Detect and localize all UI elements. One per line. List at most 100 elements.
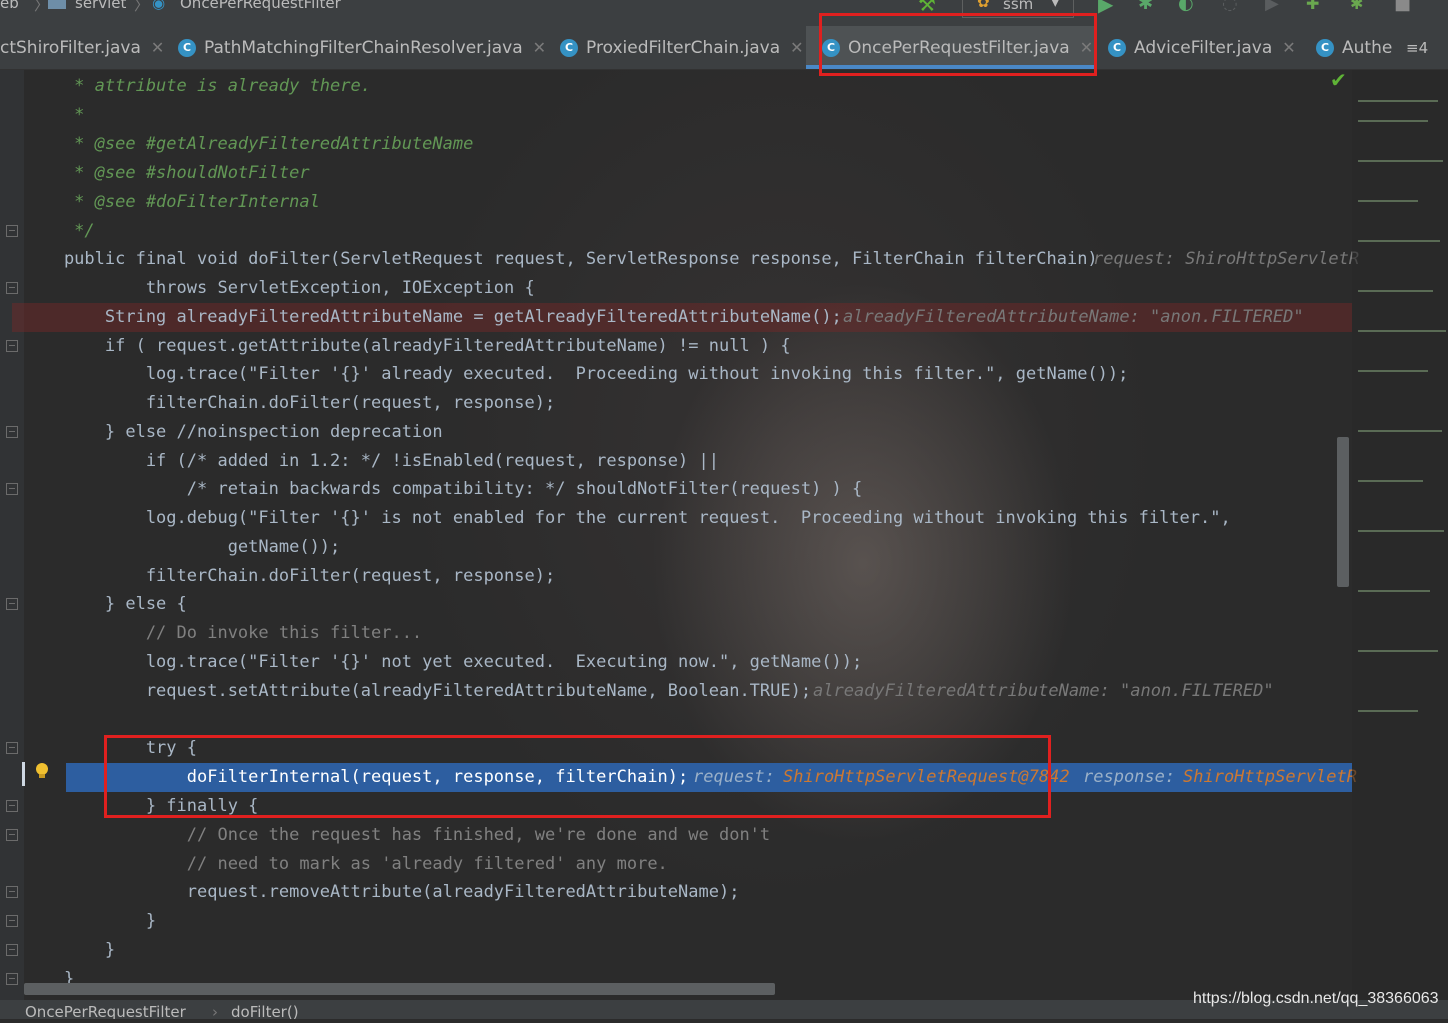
code-text: doFilterInternal(request, response, filt… <box>23 767 689 787</box>
inline-debug-hint: alreadyFilteredAttributeName: "anon.FILT… <box>813 681 1274 701</box>
tab-overflow-label: ≡4 <box>1406 38 1429 57</box>
tab-once-per-request-filter[interactable]: C OncePerRequestFilter.java ✕ <box>806 26 1096 69</box>
code-line: request.removeAttribute(alreadyFilteredA… <box>0 878 1352 907</box>
code-line: // Do invoke this filter... <box>0 619 1352 648</box>
fold-icon[interactable] <box>6 973 18 985</box>
code-line: if ( request.getAttribute(alreadyFiltere… <box>0 332 1352 361</box>
class-icon: C <box>560 38 578 57</box>
close-icon[interactable]: ✕ <box>151 38 164 57</box>
horizontal-scrollbar[interactable] <box>24 983 775 995</box>
debug-icon[interactable]: ✱ <box>1138 0 1153 14</box>
tab-label: AdviceFilter.java <box>1134 37 1273 58</box>
close-icon[interactable]: ✕ <box>790 38 803 57</box>
jrebel-run-icon[interactable]: ✚ <box>1306 0 1319 13</box>
code-line: * attribute is already there. <box>0 72 1352 101</box>
tab-label: Authe <box>1342 37 1393 58</box>
editor-tab-bar: ctShiroFilter.java ✕ C PathMatchingFilte… <box>0 26 1448 70</box>
tab-advice-filter[interactable]: C AdviceFilter.java ✕ <box>1108 26 1296 69</box>
code-line: public final void doFilter(ServletReques… <box>0 245 1359 274</box>
run-config-selector[interactable]: ✿ ssm ▾ <box>962 0 1074 18</box>
fold-icon[interactable] <box>6 426 18 438</box>
minimap[interactable] <box>1352 70 1448 1000</box>
tab-label: ProxiedFilterChain.java <box>586 37 781 58</box>
code-text: } <box>23 940 116 960</box>
code-text: throws ServletException, IOException { <box>23 278 535 298</box>
code-line: } <box>0 936 1352 965</box>
minimap-line <box>1358 430 1442 432</box>
run-icon[interactable]: ▶ <box>1098 0 1113 16</box>
minimap-line <box>1358 710 1418 712</box>
close-icon[interactable]: ✕ <box>533 38 546 57</box>
fold-icon[interactable] <box>6 340 18 352</box>
inline-debug-hint-label: request: <box>693 767 775 787</box>
fold-icon[interactable] <box>6 483 18 495</box>
watermark: https://blog.csdn.net/qq_38366063 <box>1193 990 1439 1007</box>
tab-path-matching-filter-chain-resolver[interactable]: C PathMatchingFilterChainResolver.java ✕ <box>178 26 546 69</box>
close-icon[interactable]: ✕ <box>1080 38 1093 57</box>
minimap-line <box>1358 100 1438 102</box>
minimap-line <box>1358 330 1446 332</box>
breadcrumb-item-web[interactable]: eb <box>0 0 19 12</box>
fold-icon[interactable] <box>6 915 18 927</box>
tab-abstract-shiro-filter[interactable]: ctShiroFilter.java ✕ <box>0 26 164 69</box>
run-disabled-icon[interactable]: ▶ <box>1265 0 1279 14</box>
profile-icon[interactable]: ◌ <box>1222 0 1238 14</box>
code-text: getName()); <box>23 537 341 557</box>
fold-icon[interactable] <box>6 598 18 610</box>
code-text: * <box>23 105 85 125</box>
active-tab-indicator <box>806 65 1096 69</box>
inline-debug-hint: request: ShiroHttpServletR <box>1093 249 1360 269</box>
code-text: filterChain.doFilter(request, response); <box>23 566 556 586</box>
code-line: filterChain.doFilter(request, response); <box>0 562 1352 591</box>
tab-label: OncePerRequestFilter.java <box>848 37 1070 58</box>
coverage-icon[interactable]: ◐ <box>1178 0 1194 14</box>
fold-icon[interactable] <box>6 282 18 294</box>
breadcrumb-method[interactable]: doFilter() <box>231 1003 299 1019</box>
code-text: log.trace("Filter '{}' already executed.… <box>23 364 1129 384</box>
jrebel-debug-icon[interactable]: ✱ <box>1350 0 1363 13</box>
code-editor[interactable]: * attribute is already there. * * @see #… <box>0 70 1359 1000</box>
vertical-scrollbar[interactable] <box>1337 437 1349 587</box>
breadcrumb-class[interactable]: OncePerRequestFilter <box>25 1003 186 1019</box>
inline-debug-hint: alreadyFilteredAttributeName: "anon.FILT… <box>843 307 1304 327</box>
code-text: if ( request.getAttribute(alreadyFiltere… <box>23 336 791 356</box>
fold-icon[interactable] <box>6 742 18 754</box>
build-hammer-icon[interactable]: ⚒ <box>918 0 936 16</box>
code-text: public final void doFilter(ServletReques… <box>23 249 1098 269</box>
stop-icon[interactable]: ■ <box>1394 0 1411 14</box>
code-text: * attribute is already there. <box>23 76 371 96</box>
code-line: */ <box>0 217 1352 246</box>
code-text: } else { <box>23 594 187 614</box>
code-line: } finally { <box>0 792 1352 821</box>
code-line: * @see #doFilterInternal <box>0 188 1352 217</box>
breakpoint-line: String alreadyFilteredAttributeName = ge… <box>12 303 1352 332</box>
code-text: // Once the request has finished, we're … <box>23 825 771 845</box>
tab-authe[interactable]: C Authe <box>1316 26 1392 69</box>
code-text: request.setAttribute(alreadyFilteredAttr… <box>23 681 812 701</box>
tab-proxied-filter-chain[interactable]: C ProxiedFilterChain.java ✕ <box>560 26 804 69</box>
fold-icon[interactable] <box>6 829 18 841</box>
close-icon[interactable]: ✕ <box>1282 38 1295 57</box>
navigation-bar: eb 〉 servlet 〉 ◉ OncePerRequestFilter ⚒ … <box>0 0 1448 26</box>
code-text: if (/* added in 1.2: */ !isEnabled(reque… <box>23 451 719 471</box>
code-text: /* retain backwards compatibility: */ sh… <box>23 479 863 499</box>
tab-label: ctShiroFilter.java <box>0 37 141 58</box>
fold-icon[interactable] <box>6 944 18 956</box>
class-icon: C <box>1316 38 1334 57</box>
minimap-line <box>1358 650 1438 652</box>
lightbulb-icon[interactable] <box>34 762 50 780</box>
code-line: } else //noinspection deprecation <box>0 418 1352 447</box>
minimap-line <box>1358 530 1444 532</box>
breadcrumb-item-servlet[interactable]: servlet <box>75 0 126 12</box>
fold-icon[interactable] <box>6 800 18 812</box>
code-line: // Once the request has finished, we're … <box>0 821 1352 850</box>
text-cursor <box>22 762 25 786</box>
tab-overflow-menu[interactable]: ≡4 <box>1402 26 1429 69</box>
breadcrumb-separator: 〉 <box>134 0 150 14</box>
fold-icon[interactable] <box>6 886 18 898</box>
breadcrumb-item-class[interactable]: OncePerRequestFilter <box>180 0 341 12</box>
spring-icon: ✿ <box>977 0 990 11</box>
code-text: // need to mark as 'already filtered' an… <box>23 854 668 874</box>
fold-icon[interactable] <box>6 225 18 237</box>
code-line: log.debug("Filter '{}' is not enabled fo… <box>0 504 1352 533</box>
